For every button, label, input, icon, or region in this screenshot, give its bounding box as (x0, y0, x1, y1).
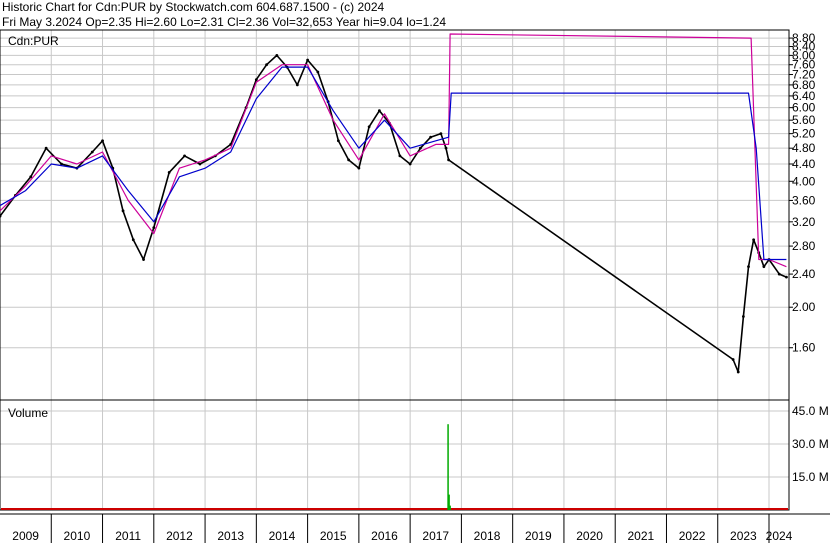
price-tick-label: 2.00 (792, 300, 816, 314)
year-tick-label: 2017 (422, 529, 449, 543)
price-point (377, 109, 381, 113)
price-point (418, 146, 422, 150)
price-point (101, 139, 104, 143)
price-point (275, 53, 279, 57)
price-point (736, 370, 740, 374)
volume-tick-label: 45.0 M (792, 404, 829, 418)
price-tick-label: 1.60 (792, 341, 816, 355)
x-axis: 2009 2010 2011 2012 2013 2014 2015 2016 2017 2018… (0, 513, 830, 543)
price-point (121, 209, 125, 213)
price-tick-label: 3.20 (792, 215, 816, 229)
price-tick-label: 4.00 (792, 174, 816, 188)
price-point (731, 358, 735, 361)
year-tick-label: 2023 (730, 529, 757, 543)
price-point (44, 146, 48, 150)
price-point (295, 83, 299, 87)
price-point (131, 238, 135, 242)
volume-tick-label: 15.0 M (792, 470, 829, 484)
price-panel: Cdn:PUR (0, 29, 790, 401)
year-tick-label: 2016 (371, 529, 398, 543)
year-tick-label: 2020 (576, 529, 603, 543)
volume-panel-label: Volume (8, 406, 48, 420)
y-axis: 8.808.408.007.607.206.806.406.005.605.20… (789, 31, 829, 484)
year-tick-label: 2014 (269, 529, 296, 543)
price-point (29, 175, 33, 179)
price-tick-label: 4.40 (792, 157, 816, 171)
year-tick-label: 2015 (320, 529, 347, 543)
volume-panel-frame (0, 399, 790, 511)
volume-bars (1, 424, 788, 510)
price-tick-label: 4.80 (792, 141, 816, 155)
price-point (777, 272, 781, 276)
price-point (336, 139, 340, 143)
price-tick-label: 2.40 (792, 267, 816, 281)
price-point (752, 238, 756, 242)
price-tick-label: 2.80 (792, 239, 816, 253)
price-point (90, 150, 94, 154)
price-point (306, 58, 310, 62)
year-tick-label: 2022 (679, 529, 706, 543)
year-tick-label: 2024 (766, 529, 793, 543)
year-tick-label: 2018 (474, 529, 501, 543)
price-point (408, 162, 412, 166)
price-point (347, 158, 351, 162)
year-tick-label: 2009 (12, 529, 39, 543)
price-point (367, 125, 371, 129)
price-tick-label: 5.60 (792, 113, 816, 127)
year-tick-label: 2019 (525, 529, 552, 543)
price-point (254, 78, 258, 82)
price-point (183, 154, 186, 158)
stock-chart: Cdn:PUR Volume 2009 2010 2011 2012 2013 2014 2… (0, 29, 830, 543)
price-panel-label: Cdn:PUR (8, 34, 59, 48)
year-tick-label: 2012 (166, 529, 193, 543)
year-tick-label: 2011 (115, 529, 141, 543)
price-point (316, 70, 320, 74)
grid (0, 30, 789, 510)
price-point (398, 154, 402, 158)
year-tick-label: 2021 (627, 529, 654, 543)
price-panel-frame (0, 29, 790, 401)
price-point (747, 265, 750, 269)
price-series-line (0, 54, 787, 373)
price-point (444, 146, 448, 150)
price-point (741, 315, 745, 318)
ma-short-series-line (0, 33, 787, 268)
volume-tick-label: 30.0 M (792, 437, 829, 451)
price-point (439, 132, 443, 136)
price-point (429, 135, 433, 139)
price-point (447, 158, 450, 162)
price-point (265, 63, 268, 67)
price-point (152, 226, 156, 229)
price-point (142, 258, 145, 261)
price-point (198, 162, 202, 166)
volume-panel: Volume (0, 399, 790, 511)
price-point (785, 275, 788, 279)
price-point (167, 171, 171, 174)
price-tick-label: 5.20 (792, 127, 816, 141)
price-tick-label: 3.60 (792, 193, 816, 207)
year-tick-label: 2010 (64, 529, 91, 543)
price-point (357, 166, 361, 170)
price-point (762, 265, 766, 269)
year-tick-label: 2013 (217, 529, 244, 543)
